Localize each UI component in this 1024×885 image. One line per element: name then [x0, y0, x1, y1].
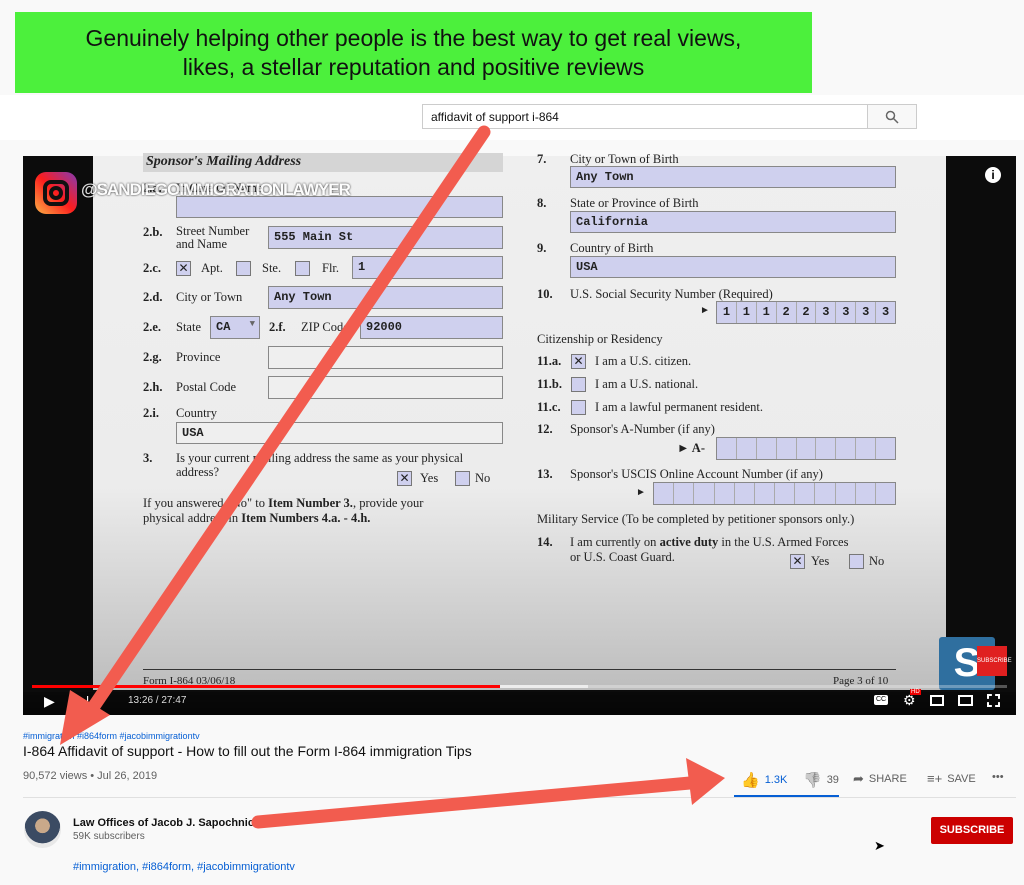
- arrow-to-likes: [251, 776, 697, 829]
- arrow-to-views: [81, 125, 491, 722]
- form-footer: Form I-864 03/06/18: [143, 675, 236, 687]
- page-number: Page 3 of 10: [833, 675, 889, 687]
- annotation-arrows: [60, 125, 725, 829]
- arrowhead-likes: [686, 758, 725, 805]
